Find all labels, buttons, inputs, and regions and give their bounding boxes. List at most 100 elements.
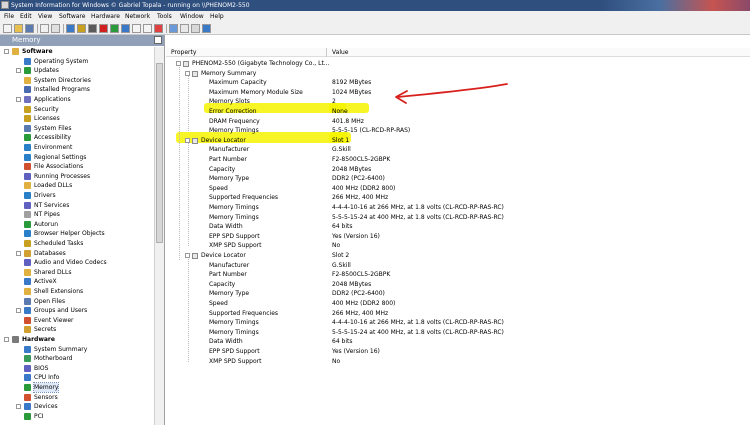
tree-item-system-directories[interactable]: System Directories <box>0 76 154 85</box>
column-value[interactable]: Value <box>332 48 348 57</box>
tree-item-browser-helper-objects[interactable]: Browser Helper Objects <box>0 229 154 238</box>
expand-icon[interactable] <box>4 49 9 54</box>
document-icon[interactable] <box>132 24 141 33</box>
property-row[interactable]: EPP SPD Support Yes (Version 16) <box>166 347 750 357</box>
tree-item-file-associations[interactable]: File Associations <box>0 162 154 171</box>
tree-item-motherboard[interactable]: Motherboard <box>0 354 154 363</box>
expand-icon[interactable] <box>16 250 21 256</box>
tree-item-running-processes[interactable]: Running Processes <box>0 172 154 181</box>
tree-item-secrets[interactable]: Secrets <box>0 325 154 334</box>
tree-item-pci[interactable]: PCI <box>0 412 154 421</box>
tree-item-databases[interactable]: Databases <box>0 249 154 258</box>
tree-item-system-files[interactable]: System Files <box>0 124 154 133</box>
property-row[interactable]: Memory Timings 4-4-4-10-16 at 266 MHz, at… <box>166 203 750 213</box>
collapse-icon[interactable] <box>185 253 190 258</box>
tree-item-loaded-dlls[interactable]: Loaded DLLs <box>0 181 154 190</box>
property-row[interactable]: Part Number F2-8500CL5-2GBPK <box>166 270 750 280</box>
tree-item-updates[interactable]: Updates <box>0 66 154 75</box>
report-icon[interactable] <box>143 24 152 33</box>
property-row[interactable]: Memory Timings 5-5-5-15-24 at 400 MHz, at… <box>166 328 750 338</box>
tree-item-memory[interactable]: Memory <box>0 382 154 393</box>
tree-item-applications[interactable]: Applications <box>0 95 154 104</box>
property-row[interactable]: Speed 400 MHz (DDR2 800) <box>166 184 750 194</box>
menu-software[interactable]: Software <box>59 12 85 21</box>
expand-icon[interactable] <box>16 68 21 74</box>
menu-file[interactable]: File <box>4 12 14 21</box>
tree-item-regional-settings[interactable]: Regional Settings <box>0 153 154 162</box>
property-row[interactable]: PHENOM2-550 (Gigabyte Technology Co., Lt… <box>166 59 750 69</box>
tree-item-shared-dlls[interactable]: Shared DLLs <box>0 268 154 277</box>
property-row[interactable]: Capacity 2048 MBytes <box>166 280 750 290</box>
property-row[interactable]: Part Number F2-8500CL5-2GBPK <box>166 155 750 165</box>
memory-icon[interactable] <box>110 24 119 33</box>
tree-item-activex[interactable]: ActiveX <box>0 277 154 286</box>
tree-scrollbar[interactable] <box>154 47 164 425</box>
tree-item-event-viewer[interactable]: Event Viewer <box>0 316 154 325</box>
tree-item-shell-extensions[interactable]: Shell Extensions <box>0 287 154 296</box>
tree-item-sensors[interactable]: Sensors <box>0 393 154 402</box>
new-icon[interactable] <box>3 24 12 33</box>
tree-item-audio-and-video-codecs[interactable]: Audio and Video Codecs <box>0 258 154 267</box>
close-icon[interactable] <box>154 36 162 44</box>
property-row[interactable]: EPP SPD Support Yes (Version 16) <box>166 232 750 242</box>
tree-item-autorun[interactable]: Autorun <box>0 220 154 229</box>
column-property[interactable]: Property <box>171 48 196 57</box>
tree-item-licenses[interactable]: Licenses <box>0 114 154 123</box>
collapse-icon[interactable] <box>185 137 190 143</box>
hardware-icon[interactable] <box>88 24 97 33</box>
options-icon[interactable] <box>180 24 189 33</box>
property-row[interactable]: Device Locator Slot 1 <box>166 136 750 146</box>
menu-hardware[interactable]: Hardware <box>91 12 120 21</box>
expand-icon[interactable] <box>16 97 21 102</box>
tree-item-drivers[interactable]: Drivers <box>0 191 154 200</box>
menu-window[interactable]: Window <box>180 12 204 21</box>
property-row[interactable]: Memory Type DDR2 (PC2-6400) <box>166 174 750 184</box>
property-row[interactable]: Manufacturer G.Skill <box>166 145 750 155</box>
tree-item-software[interactable]: Software <box>0 47 154 56</box>
property-row[interactable]: Manufacturer G.Skill <box>166 261 750 271</box>
tree-item-nt-pipes[interactable]: NT Pipes <box>0 210 154 219</box>
tree-item-operating-system[interactable]: Operating System <box>0 57 154 66</box>
menu-view[interactable]: View <box>38 12 52 21</box>
tree-item-nt-services[interactable]: NT Services <box>0 201 154 210</box>
alert-icon[interactable] <box>154 24 163 33</box>
menu-help[interactable]: Help <box>210 12 224 21</box>
network-icon[interactable] <box>121 24 130 33</box>
tree-item-groups-and-users[interactable]: Groups and Users <box>0 306 154 315</box>
property-row[interactable]: Data Width 64 bits <box>166 337 750 347</box>
property-row[interactable]: XMP SPD Support No <box>166 357 750 367</box>
collapse-icon[interactable] <box>185 70 190 76</box>
windows-icon[interactable] <box>66 24 75 33</box>
expand-icon[interactable] <box>4 337 9 342</box>
tree-item-open-files[interactable]: Open Files <box>0 297 154 306</box>
menu-edit[interactable]: Edit <box>20 12 32 21</box>
property-row[interactable]: Memory Timings 5-5-5-15-24 at 400 MHz, at… <box>166 213 750 223</box>
expand-icon[interactable] <box>16 308 21 314</box>
property-row[interactable]: Device Locator Slot 2 <box>166 251 750 261</box>
tree-item-hardware[interactable]: Hardware <box>0 335 154 344</box>
tree-item-scheduled-tasks[interactable]: Scheduled Tasks <box>0 239 154 248</box>
print-icon[interactable] <box>40 24 49 33</box>
property-row[interactable]: DRAM Frequency 401.8 MHz <box>166 117 750 127</box>
refresh-icon[interactable] <box>169 24 178 33</box>
column-divider[interactable] <box>326 48 327 57</box>
tree-item-security[interactable]: Security <box>0 105 154 114</box>
property-row[interactable]: XMP SPD Support No <box>166 241 750 251</box>
property-row[interactable]: Supported Frequencies 266 MHz, 400 MHz <box>166 309 750 319</box>
open-icon[interactable] <box>14 24 23 33</box>
preview-icon[interactable] <box>51 24 60 33</box>
menu-network[interactable]: Network <box>125 12 150 21</box>
property-row[interactable]: Supported Frequencies 266 MHz, 400 MHz <box>166 193 750 203</box>
expand-icon[interactable] <box>16 404 21 410</box>
collapse-icon[interactable] <box>176 61 181 66</box>
tools-icon[interactable] <box>191 24 200 33</box>
tree-item-environment[interactable]: Environment <box>0 143 154 152</box>
property-row[interactable]: Memory Type DDR2 (PC2-6400) <box>166 289 750 299</box>
menu-tools[interactable]: Tools <box>157 12 172 21</box>
tree-item-installed-programs[interactable]: Installed Programs <box>0 85 154 94</box>
tree-item-bios[interactable]: BIOS <box>0 364 154 373</box>
property-row[interactable]: Data Width 64 bits <box>166 222 750 232</box>
property-row[interactable]: Error Correction None <box>166 107 750 117</box>
help-icon[interactable] <box>202 24 211 33</box>
save-icon[interactable] <box>25 24 34 33</box>
